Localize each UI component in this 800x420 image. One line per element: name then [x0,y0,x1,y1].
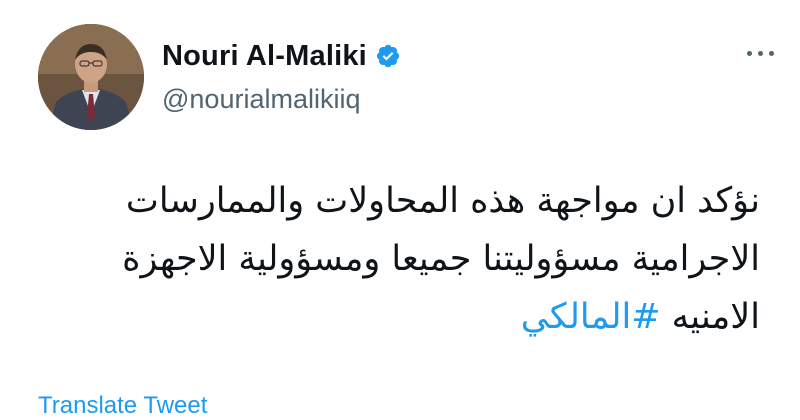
profile-photo-icon [38,24,144,130]
user-names: Nouri Al-Maliki @nourialmalikiiq [162,38,401,115]
tweet-line-1: نؤكد ان مواجهة هذه المحاولات والممارسات [125,181,760,221]
tweet-line-3: الامنيه #المالكي [20,288,760,346]
name-row: Nouri Al-Maliki [162,38,401,74]
tweet-text: نؤكد ان مواجهة هذه المحاولات والممارسات … [20,172,760,346]
user-handle[interactable]: @nourialmalikiiq [162,84,401,115]
display-name[interactable]: Nouri Al-Maliki [162,40,367,73]
tweet-line-2: الاجرامية مسؤوليتنا جميعا ومسؤولية الاجه… [122,239,760,279]
more-dot [768,50,774,56]
verified-badge-icon [376,44,400,68]
hashtag-link[interactable]: #المالكي [521,297,661,337]
translate-tweet-link[interactable]: Translate Tweet [38,392,207,420]
avatar[interactable] [38,24,144,130]
tweet-line-3-text: الامنيه [671,297,760,337]
more-dot [757,50,763,56]
more-dot [746,50,752,56]
tweet-card: Nouri Al-Maliki @nourialmalikiiq نؤكد ان… [0,0,800,419]
more-options-button[interactable] [740,38,780,68]
